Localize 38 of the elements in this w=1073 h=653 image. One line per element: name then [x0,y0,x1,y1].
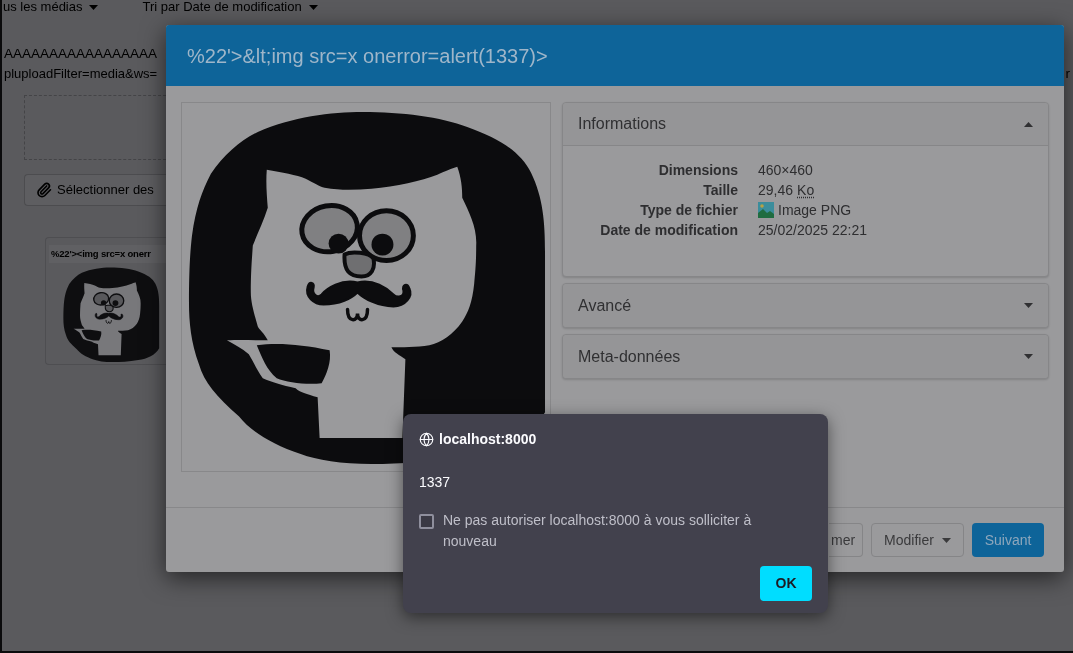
unit-abbreviation: Ko [797,180,815,200]
media-card[interactable]: %22'><img src=x onerr [45,237,166,365]
alert-origin: localhost:8000 [439,430,537,449]
modal-title: %22'>&lt;img src=x onerror=alert(1337)> [187,43,548,69]
info-label: Date de modification [599,220,738,240]
info-label: Dimensions [657,160,738,180]
caret-icon [1024,303,1033,308]
caret-icon [1024,121,1033,127]
accordion-header[interactable]: Avancé [563,284,1048,327]
next-button[interactable]: Suivant [972,523,1044,557]
accordion-header[interactable]: Meta-données [563,335,1048,378]
globe-icon [419,432,434,447]
alert-message: 1337 [419,473,451,491]
checkbox-label: Ne pas autoriser localhost:8000 à vous solliciter à nouveau [443,511,753,551]
info-value: 29,46 [758,180,794,200]
image-file-icon [758,202,774,218]
caret-icon [308,4,318,10]
info-value: 25/02/2025 22:21 [758,221,867,238]
footer-button[interactable]: mer [829,523,863,557]
info-label: Type de fichier [639,200,738,220]
url-text: AAAAAAAAAAAAAAAAA [3,45,158,63]
url-text: r [1065,65,1070,83]
media-card-title: %22'><img src=x onerr [49,245,166,263]
url-text: pluploadFilter=media&ws= [4,65,158,83]
caret-icon [941,537,951,543]
info-label: Taille [702,180,738,200]
filter-dropdown[interactable]: Tri par Date de modification [142,0,318,14]
info-value: Image PNG [778,200,852,220]
paperclip-icon [36,182,52,198]
caret-icon [1024,354,1033,359]
info-value: 460×460 [758,161,813,178]
checkbox[interactable] [419,514,434,529]
ok-button[interactable]: OK [760,566,812,601]
caret-icon [89,4,99,10]
filter-dropdown[interactable]: us les médias [3,0,99,14]
dropdown-button[interactable]: Modifier [871,523,964,557]
accordion-header[interactable]: Informations [563,103,1048,146]
upload-button[interactable]: Sélectionner des [24,174,166,206]
